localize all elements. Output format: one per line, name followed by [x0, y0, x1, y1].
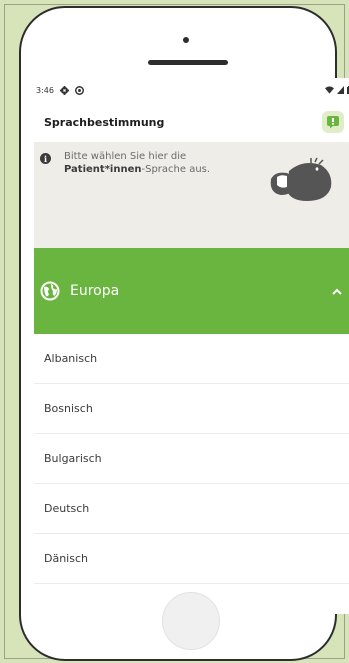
earpiece-speaker	[148, 60, 228, 65]
app-bar: Sprachbestimmung	[34, 102, 349, 142]
chevron-up-icon[interactable]	[332, 288, 342, 295]
status-bar: 3:46	[34, 78, 349, 102]
language-item-bosnisch[interactable]: Bosnisch	[34, 384, 349, 434]
speech-mascot-icon	[270, 157, 332, 201]
section-header-europa[interactable]: Europa	[34, 248, 349, 334]
globe-icon	[40, 281, 60, 301]
front-camera	[183, 37, 189, 43]
language-item-albanisch[interactable]: Albanisch	[34, 334, 349, 384]
info-text: Bitte wählen Sie hier die Patient*innen-…	[64, 150, 254, 176]
signal-icon	[337, 86, 344, 94]
at-icon	[74, 85, 84, 95]
info-panel: i Bitte wählen Sie hier die Patient*inne…	[34, 142, 349, 248]
info-rest-text: -Sprache aus.	[141, 164, 211, 175]
speech-bubble-icon	[327, 116, 339, 129]
language-item-daenisch[interactable]: Dänisch	[34, 534, 349, 584]
info-line-1: Bitte wählen Sie hier die	[64, 151, 187, 162]
status-time: 3:46	[36, 85, 54, 95]
speech-bubble-button[interactable]	[322, 111, 344, 133]
home-button[interactable]	[162, 592, 220, 650]
info-line-2: Patient*innen-Sprache aus.	[64, 163, 254, 176]
gear-icon	[59, 85, 69, 95]
info-bold-text: Patient*innen	[64, 164, 142, 175]
language-item-bulgarisch[interactable]: Bulgarisch	[34, 434, 349, 484]
app-screen: 3:46 Sprachbestimmung i Bitte wählen Sie…	[34, 78, 349, 614]
language-item-deutsch[interactable]: Deutsch	[34, 484, 349, 534]
section-title: Europa	[70, 283, 120, 299]
info-icon: i	[40, 153, 51, 164]
page-title: Sprachbestimmung	[44, 115, 165, 129]
wifi-icon	[325, 86, 334, 94]
